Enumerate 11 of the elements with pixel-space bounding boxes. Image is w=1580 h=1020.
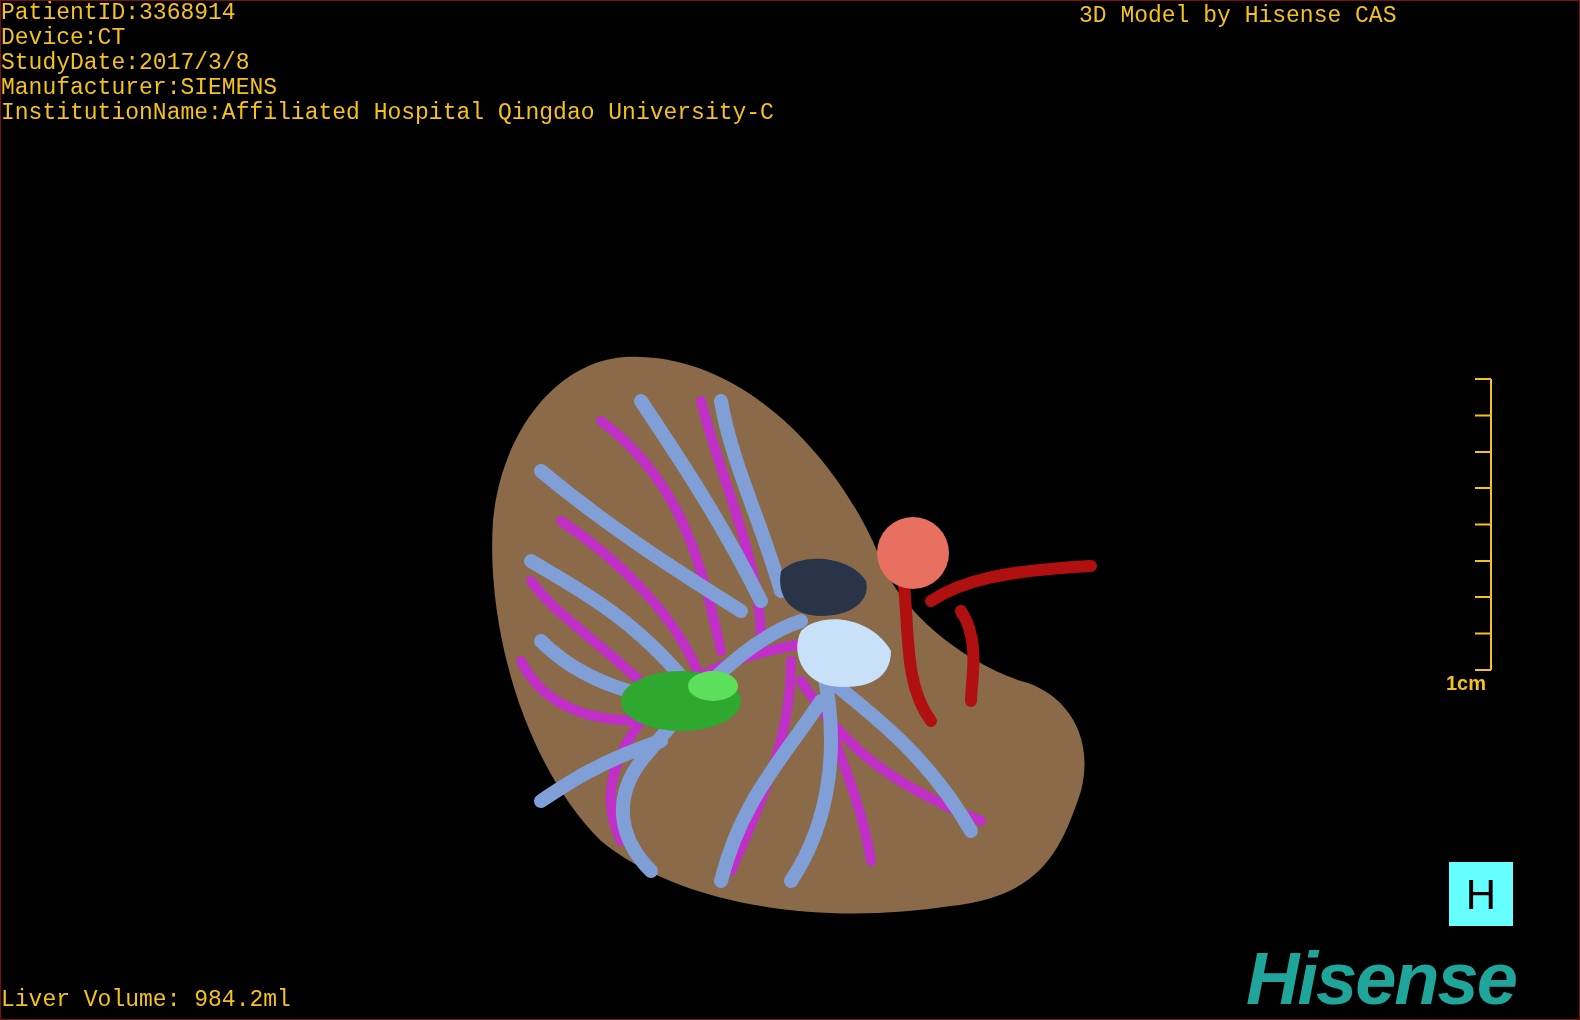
scale-label: 1cm (1446, 672, 1487, 694)
model-credit: 3D Model by Hisense CAS (1079, 2, 1397, 31)
info-line: PatientID:3368914 (1, 1, 237, 26)
info-line: Device:CT (1, 26, 127, 51)
liver-volume: Liver Volume: 984.2ml (1, 986, 291, 1014)
brand-logo: Hisense (1246, 946, 1516, 1012)
info-line: Manufacturer:SIEMENS (1, 76, 279, 101)
view-button[interactable]: H (1449, 862, 1513, 926)
info-line: InstitutionName:Affiliated Hospital Qingdao University-C (1, 101, 774, 126)
scale-bar-icon (1475, 378, 1493, 671)
info-line: StudyDate:2017/3/8 (1, 51, 251, 76)
